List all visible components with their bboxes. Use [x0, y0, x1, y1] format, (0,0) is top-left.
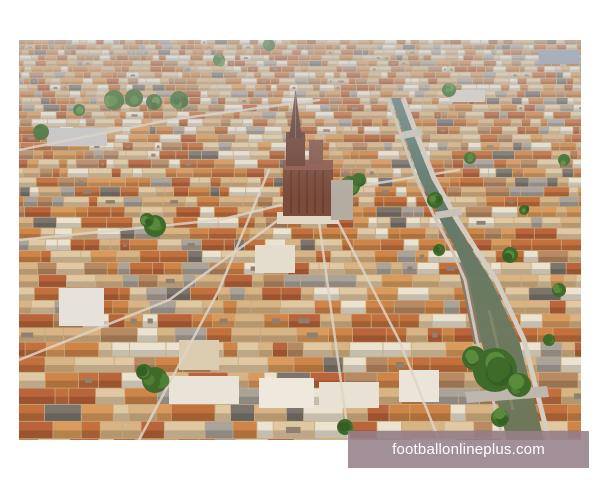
atmospheric-haze	[19, 40, 581, 440]
watermark: footballonlineplus.com	[348, 431, 589, 468]
aerial-city-illustration	[19, 40, 581, 440]
aerial-city-photo	[19, 40, 581, 440]
watermark-text: footballonlineplus.com	[392, 441, 545, 458]
page: { "watermark": { "text": "footballonline…	[0, 0, 600, 480]
